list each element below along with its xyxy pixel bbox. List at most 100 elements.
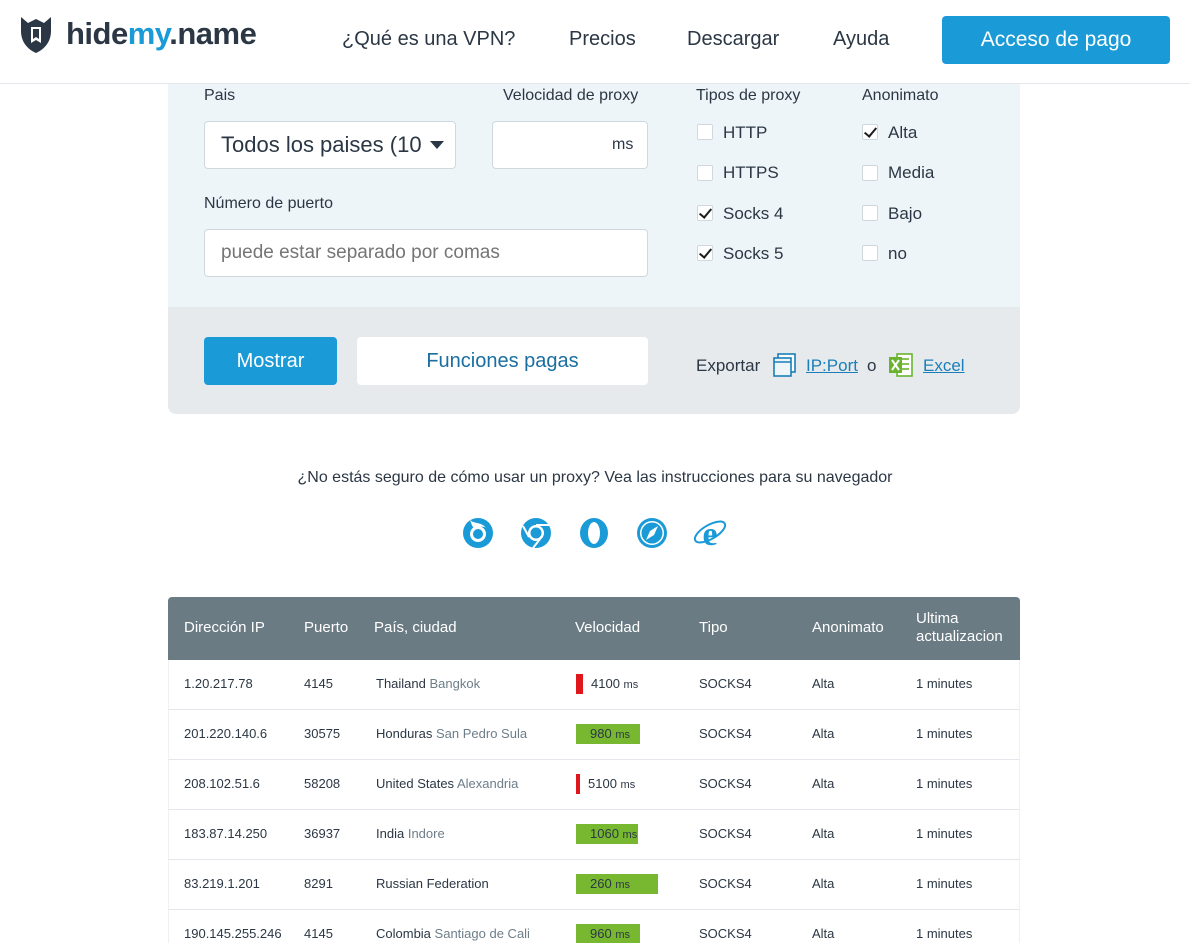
ipport-file-icon (773, 353, 796, 377)
opera-icon[interactable] (576, 514, 612, 550)
checkbox-socks5-label: Socks 5 (723, 244, 784, 263)
checkbox-anon-low-label: Bajo (888, 204, 923, 223)
speed-bar (576, 774, 580, 794)
cell-anonymity: Alta (812, 876, 835, 891)
anonymity-label: Anonimato (862, 87, 939, 104)
speed-value: 1060 ms (590, 826, 638, 841)
cell-location: Colombia Santiago de Cali (376, 926, 530, 941)
table-row[interactable]: 1.20.217.78 4145 Thailand Bangkok 4100 m… (168, 660, 1020, 710)
speed-value: 4100 ms (591, 676, 639, 691)
nav-help[interactable]: Ayuda (833, 28, 889, 51)
ie-icon[interactable]: e (692, 514, 728, 550)
checkbox-anon-low[interactable] (862, 205, 878, 221)
checkbox-http-label: HTTP (723, 123, 768, 142)
cell-ip: 190.145.255.246 (184, 926, 282, 941)
cell-port: 58208 (304, 776, 341, 791)
table-row[interactable]: 190.145.255.246 4145 Colombia Santiago d… (168, 910, 1020, 943)
cell-updated: 1 minutes (916, 826, 973, 841)
cell-type: SOCKS4 (699, 676, 752, 691)
cell-ip: 208.102.51.6 (184, 776, 260, 791)
table-header: Dirección IP Puerto País, ciudad Velocid… (168, 597, 1020, 660)
cell-ip: 1.20.217.78 (184, 676, 253, 691)
col-port[interactable]: Puerto (304, 619, 348, 637)
cell-anonymity: Alta (812, 776, 835, 791)
cell-anonymity: Alta (812, 826, 835, 841)
paid-features-button[interactable]: Funciones pagas (357, 337, 648, 385)
chevron-down-icon (430, 141, 444, 149)
cell-updated: 1 minutes (916, 876, 973, 891)
export-ipport-link[interactable]: IP:Port (806, 356, 858, 376)
firefox-icon[interactable] (460, 514, 496, 550)
cell-location: Thailand Bangkok (376, 676, 481, 691)
port-input[interactable] (204, 229, 648, 277)
export-excel-link[interactable]: Excel (923, 356, 965, 376)
cell-location: United States Alexandria (376, 776, 519, 791)
cell-port: 30575 (304, 726, 341, 741)
cell-updated: 1 minutes (916, 726, 973, 741)
logo-icon (21, 17, 51, 53)
checkbox-https[interactable] (697, 165, 713, 181)
svg-text:e: e (702, 516, 717, 550)
filter-panel: Pais Todos los paises (10 Velocidad de p… (168, 84, 1020, 414)
checkbox-anon-high[interactable] (862, 124, 878, 140)
table-body: 1.20.217.78 4145 Thailand Bangkok 4100 m… (168, 660, 1020, 943)
checkbox-anon-no-label: no (888, 244, 907, 263)
col-speed[interactable]: Velocidad (575, 619, 640, 637)
country-select[interactable]: Todos los paises (10 (204, 121, 456, 169)
export-label: Exportar (696, 356, 761, 375)
cell-ip: 201.220.140.6 (184, 726, 268, 741)
logo[interactable]: hidemy.name (18, 12, 257, 56)
checkbox-socks4-label: Socks 4 (723, 204, 784, 223)
checkbox-anon-no[interactable] (862, 245, 878, 261)
table-row[interactable]: 183.87.14.250 36937 India Indore 1060 ms… (168, 810, 1020, 860)
cell-anonymity: Alta (812, 676, 835, 691)
col-ip[interactable]: Dirección IP (184, 619, 265, 637)
cell-type: SOCKS4 (699, 776, 752, 791)
cell-anonymity: Alta (812, 726, 835, 741)
country-label: Pais (204, 87, 236, 104)
cell-type: SOCKS4 (699, 826, 752, 841)
cell-port: 4145 (304, 676, 333, 691)
safari-icon[interactable] (634, 514, 670, 550)
speed-value: 980 ms (590, 726, 630, 741)
paid-access-button[interactable]: Acceso de pago (942, 16, 1170, 64)
cell-port: 4145 (304, 926, 333, 941)
show-button[interactable]: Mostrar (204, 337, 337, 385)
excel-icon (889, 353, 913, 377)
cell-updated: 1 minutes (916, 926, 973, 941)
cell-ip: 183.87.14.250 (184, 826, 268, 841)
cell-location: Honduras San Pedro Sula (376, 726, 528, 741)
table-row[interactable]: 83.219.1.201 8291 Russian Federation 260… (168, 860, 1020, 910)
cell-type: SOCKS4 (699, 876, 752, 891)
nav-prices[interactable]: Precios (569, 28, 636, 51)
chrome-icon[interactable] (518, 514, 554, 550)
nav-download[interactable]: Descargar (687, 28, 779, 51)
checkbox-http[interactable] (697, 124, 713, 140)
speed-label: Velocidad de proxy (503, 87, 639, 104)
checkbox-socks5[interactable] (697, 245, 713, 261)
cell-location: Russian Federation (376, 876, 489, 891)
cell-updated: 1 minutes (916, 676, 973, 691)
speed-bar (576, 674, 583, 694)
table-row[interactable]: 201.220.140.6 30575 Honduras San Pedro S… (168, 710, 1020, 760)
col-anonymity[interactable]: Anonimato (812, 619, 884, 637)
col-type[interactable]: Tipo (699, 619, 728, 637)
speed-value: 260 ms (590, 876, 630, 891)
col-updated[interactable]: Ultima actualizacion (916, 610, 1003, 646)
cell-port: 8291 (304, 876, 333, 891)
nav-what-is-vpn[interactable]: ¿Qué es una VPN? (342, 28, 515, 51)
speed-value: 5100 ms (588, 776, 636, 791)
cell-type: SOCKS4 (699, 926, 752, 941)
checkbox-anon-medium-label: Media (888, 163, 935, 182)
speed-value: 960 ms (590, 926, 630, 941)
proxy-table: Dirección IP Puerto País, ciudad Velocid… (168, 597, 1020, 943)
checkbox-anon-medium[interactable] (862, 165, 878, 181)
site-header: hidemy.name ¿Qué es una VPN? Precios Des… (0, 0, 1190, 84)
port-label: Número de puerto (204, 195, 333, 212)
export-or: o (867, 356, 877, 375)
table-row[interactable]: 208.102.51.6 58208 United States Alexand… (168, 760, 1020, 810)
checkbox-anon-high-label: Alta (888, 123, 918, 142)
col-location[interactable]: País, ciudad (374, 619, 457, 637)
checkbox-socks4[interactable] (697, 205, 713, 221)
cell-updated: 1 minutes (916, 776, 973, 791)
